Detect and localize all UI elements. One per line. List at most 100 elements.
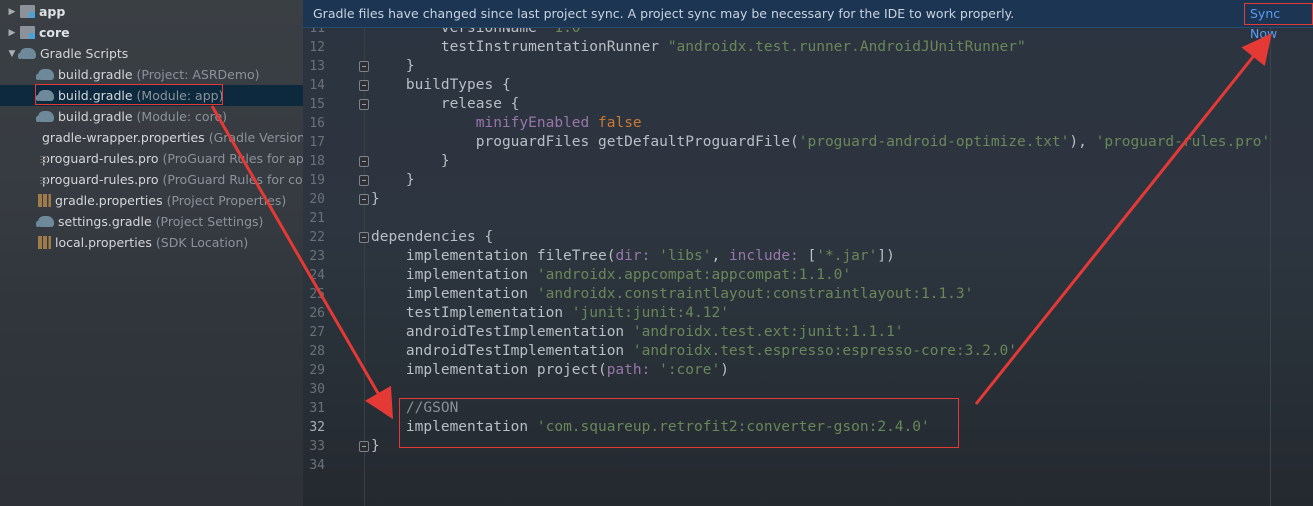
line-number: 28: [309, 344, 325, 359]
line-number: 33: [309, 439, 325, 454]
tree-item-hint: (Project Settings): [155, 214, 264, 229]
code-token: }: [371, 58, 415, 74]
module-folder-icon: [20, 26, 35, 39]
tree-item-proguard-rules-pro-7[interactable]: proguard-rules.pro (ProGuard Rules for ap…: [0, 148, 303, 169]
tree-item-local-properties-11[interactable]: local.properties (SDK Location): [0, 232, 303, 253]
code-token: ),: [1069, 134, 1096, 150]
line-number: 30: [309, 382, 325, 397]
tree-item-gradle-scripts-2[interactable]: ▼ Gradle Scripts: [0, 43, 303, 64]
line-number: 16: [309, 116, 325, 131]
tree-item-label: Gradle Scripts: [40, 46, 129, 61]
fold-marker-icon[interactable]: [359, 80, 369, 91]
tree-item-hint: (ProGuard Rules for app): [162, 151, 304, 166]
code-line[interactable]: }: [371, 57, 415, 76]
line-number: 14: [309, 78, 325, 93]
code-token: ,: [711, 248, 729, 264]
code-line[interactable]: testImplementation 'junit:junit:4.12': [371, 304, 729, 323]
line-number: 23: [309, 249, 325, 264]
tree-item-gradle-properties-9[interactable]: gradle.properties (Project Properties): [0, 190, 303, 211]
tree-item-proguard-rules-pro-8[interactable]: proguard-rules.pro (ProGuard Rules for co…: [0, 169, 303, 190]
fold-marker-icon[interactable]: [359, 99, 369, 110]
fold-marker-icon[interactable]: [359, 232, 369, 243]
code-line[interactable]: implementation 'androidx.constraintlayou…: [371, 285, 973, 304]
code-token: }: [371, 191, 380, 207]
code-line[interactable]: androidTestImplementation 'androidx.test…: [371, 323, 904, 342]
code-token: path:: [606, 362, 660, 378]
line-number: 34: [309, 458, 325, 473]
code-line[interactable]: proguardFiles getDefaultProguardFile('pr…: [371, 133, 1270, 152]
code-line[interactable]: implementation 'androidx.appcompat:appco…: [371, 266, 851, 285]
annotation-box-tree-item: [35, 84, 223, 105]
code-token: }: [371, 172, 415, 188]
tree-item-label: gradle-wrapper.properties: [42, 130, 205, 145]
code-line[interactable]: testInstrumentationRunner "androidx.test…: [371, 38, 1026, 57]
gradle-sync-notification: Gradle files have changed since last pro…: [303, 0, 1313, 41]
code-token: 'junit:junit:4.12': [571, 305, 729, 321]
tree-item-label: settings.gradle: [58, 214, 152, 229]
tree-item-settings-gradle-10[interactable]: settings.gradle (Project Settings): [0, 211, 303, 232]
line-number: 17: [309, 135, 325, 150]
sync-now-link[interactable]: Sync Now: [1244, 3, 1313, 41]
line-number: 26: [309, 306, 325, 321]
project-tree-panel: ▶ app ▶ core ▼ Gradle Scripts build.gradle (Pro…: [0, 0, 303, 506]
code-line[interactable]: release {: [371, 95, 520, 114]
properties-icon: [38, 194, 51, 207]
code-token: implementation project(: [371, 362, 607, 378]
properties-icon: [38, 236, 51, 249]
fold-marker-icon[interactable]: [359, 61, 369, 72]
code-line[interactable]: buildTypes {: [371, 76, 511, 95]
annotation-box-gson-code: [399, 398, 959, 448]
tree-item-hint: (Module: core): [136, 109, 228, 124]
code-line[interactable]: implementation fileTree(dir: 'libs', inc…: [371, 247, 895, 266]
line-number: 20: [309, 192, 325, 207]
fold-marker-icon[interactable]: [359, 194, 369, 205]
code-token: false: [598, 115, 642, 131]
code-token: dir:: [615, 248, 660, 264]
tree-item-hint: (SDK Location): [155, 235, 249, 250]
tree-item-core-1[interactable]: ▶ core: [0, 22, 303, 43]
line-number: 21: [309, 211, 325, 226]
code-line[interactable]: }: [371, 152, 450, 171]
code-line[interactable]: }: [371, 437, 380, 456]
line-number: 22: [309, 230, 325, 245]
line-number: 29: [309, 363, 325, 378]
code-token: proguardFiles getDefaultProguardFile(: [371, 134, 799, 150]
code-line[interactable]: }: [371, 171, 415, 190]
fold-marker-icon[interactable]: [359, 156, 369, 167]
tree-item-build-gradle-3[interactable]: build.gradle (Project: ASRDemo): [0, 64, 303, 85]
expand-arrow-icon[interactable]: ▶: [6, 7, 18, 17]
code-line[interactable]: minifyEnabled false: [371, 114, 642, 133]
tree-item-gradle-wrapper-properties-6[interactable]: gradle-wrapper.properties (Gradle Version…: [0, 127, 303, 148]
code-line[interactable]: androidTestImplementation 'androidx.test…: [371, 342, 1017, 361]
right-margin-guide: [1270, 0, 1271, 506]
code-token: implementation: [371, 286, 537, 302]
tree-item-label: build.gradle: [58, 67, 133, 82]
collapse-arrow-icon[interactable]: ▼: [6, 49, 18, 59]
code-token: androidTestImplementation: [371, 324, 633, 340]
gradle-elephant-icon: [36, 216, 54, 227]
code-token: 'libs': [659, 248, 712, 264]
tree-item-hint: (Gradle Version): [208, 130, 303, 145]
code-line[interactable]: dependencies {: [371, 228, 493, 247]
code-token: '*.jar': [816, 248, 878, 264]
expand-arrow-icon[interactable]: ▶: [6, 28, 18, 38]
code-token: release {: [371, 96, 520, 112]
tree-item-label: proguard-rules.pro: [42, 172, 159, 187]
gradle-elephant-icon: [36, 111, 54, 122]
code-token: [: [807, 248, 817, 264]
tree-item-build-gradle-5[interactable]: build.gradle (Module: core): [0, 106, 303, 127]
code-token: testImplementation: [371, 305, 572, 321]
fold-marker-icon[interactable]: [359, 175, 369, 186]
fold-marker-icon[interactable]: [359, 441, 369, 452]
code-token: dependencies {: [371, 229, 494, 245]
tree-item-app-0[interactable]: ▶ app: [0, 1, 303, 22]
code-line[interactable]: }: [371, 190, 380, 209]
code-token: minifyEnabled: [475, 115, 590, 131]
code-token: }: [371, 438, 380, 454]
tree-item-label: build.gradle: [58, 109, 133, 124]
line-number: 18: [309, 154, 325, 169]
line-number: 31: [309, 401, 325, 416]
line-number: 27: [309, 325, 325, 340]
code-line[interactable]: implementation project(path: ':core'): [371, 361, 729, 380]
tree-item-label: local.properties: [55, 235, 152, 250]
